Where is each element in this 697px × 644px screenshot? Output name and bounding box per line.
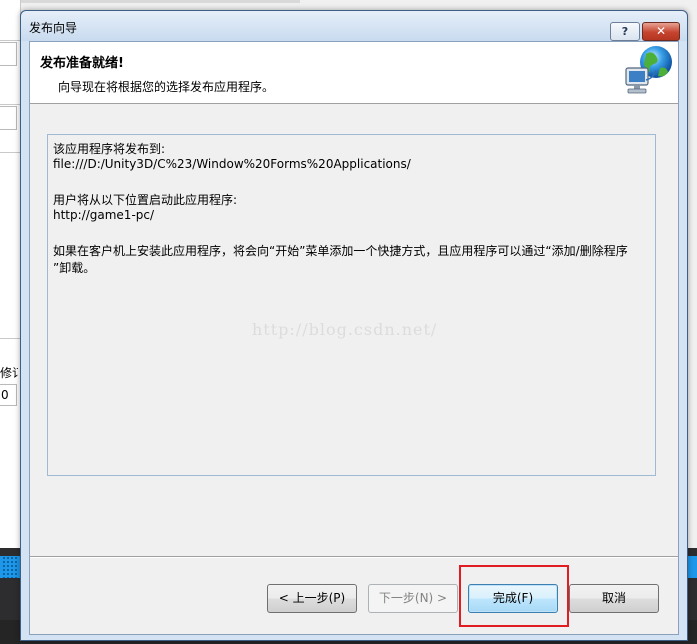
background-divider [0, 338, 20, 339]
wizard-header: 发布准备就绪! 向导现在将根据您的选择发布应用程序。 [30, 42, 678, 104]
network-globe-icon [625, 46, 672, 94]
publish-summary-box: 该应用程序将发布到: file:///D:/Unity3D/C%23/Windo… [47, 134, 656, 476]
launch-location: http://game1-pc/ [53, 208, 155, 222]
title-bar[interactable]: 发布向导 ? ✕ [21, 11, 687, 41]
summary-line: 该应用程序将发布到: [53, 142, 166, 156]
watermark-text: http://blog.csdn.net/ [252, 320, 438, 339]
cancel-button[interactable]: 取消 [569, 584, 659, 613]
annotation-highlight-box [459, 565, 569, 627]
help-button[interactable]: ? [610, 22, 640, 41]
background-left-panel [0, 0, 21, 548]
dialog-client-area: 发布准备就绪! 向导现在将根据您的选择发布应用程序。 该应用程序将发布到: fi… [29, 41, 679, 635]
background-divider [0, 152, 20, 153]
background-field: 0 [0, 384, 17, 406]
background-divider [0, 40, 20, 41]
publish-location: file:///D:/Unity3D/C%23/Window%20Forms%2… [53, 157, 411, 171]
header-subtitle: 向导现在将根据您的选择发布应用程序。 [58, 80, 275, 94]
close-button[interactable]: ✕ [642, 22, 680, 41]
background-dots [2, 556, 18, 578]
summary-line: ”卸载。 [53, 261, 96, 275]
background-label: 修订 [0, 366, 18, 380]
background-divider [0, 104, 20, 105]
background-field-value: 0 [1, 388, 9, 402]
background-field [0, 106, 17, 130]
summary-line: 如果在客户机上安装此应用程序，将会向“开始”菜单添加一个快捷方式，且应用程序可以… [53, 244, 628, 258]
background-field [0, 42, 17, 66]
summary-line: 用户将从以下位置启动此应用程序: [53, 193, 238, 207]
header-title: 发布准备就绪! [40, 56, 124, 71]
background-divider [20, 0, 300, 3]
publish-wizard-dialog: 发布向导 ? ✕ 发布准备就绪! 向导现在将根据您的选择发布应用程序。 该应用程… [20, 10, 688, 641]
prev-button[interactable]: < 上一步(P) [267, 584, 357, 613]
window-title: 发布向导 [29, 21, 78, 35]
next-button[interactable]: 下一步(N) > [368, 584, 458, 613]
footer-separator [30, 556, 678, 558]
